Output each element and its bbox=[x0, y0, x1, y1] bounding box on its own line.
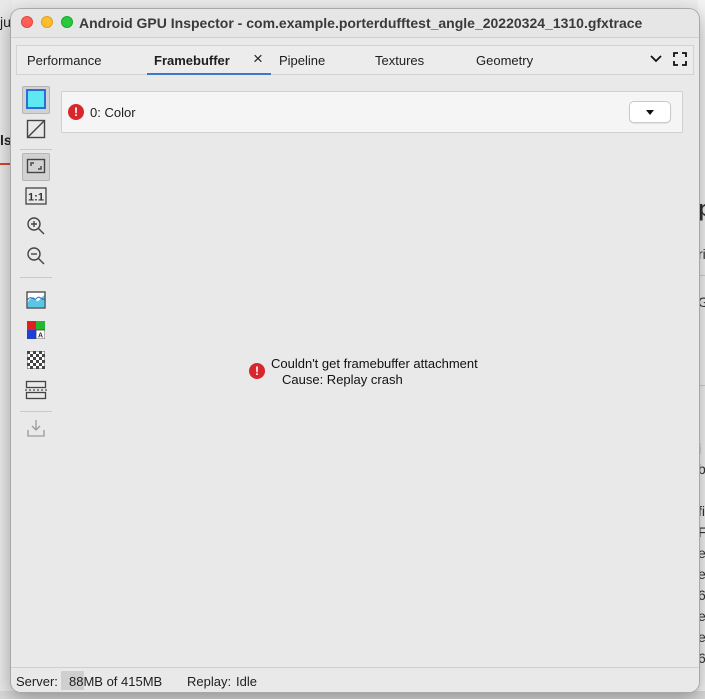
error-icon: ! bbox=[68, 104, 84, 120]
zoom-out-button[interactable] bbox=[22, 243, 50, 271]
window-close-button[interactable] bbox=[21, 16, 33, 28]
tab-performance[interactable]: Performance bbox=[27, 53, 101, 68]
toolbar-divider bbox=[20, 411, 52, 412]
window-minimize-button[interactable] bbox=[41, 16, 53, 28]
checkerboard-button[interactable] bbox=[22, 347, 50, 375]
server-label: Server: bbox=[16, 674, 58, 689]
caret-down-icon bbox=[646, 110, 654, 115]
zoom-out-icon bbox=[26, 246, 46, 269]
background-text: ri bbox=[698, 246, 705, 262]
background-text: 6 bbox=[698, 587, 705, 603]
wireframe-button[interactable] bbox=[22, 116, 50, 144]
tab-bar: Performance Framebuffer × Pipeline Textu… bbox=[16, 45, 694, 75]
title-bar[interactable]: Android GPU Inspector - com.example.port… bbox=[11, 9, 699, 38]
main-window: Android GPU Inspector - com.example.port… bbox=[11, 9, 699, 692]
framebuffer-toolbar: 1:1 A bbox=[20, 83, 54, 443]
original-size-button[interactable]: 1:1 bbox=[22, 183, 50, 211]
window-zoom-button[interactable] bbox=[61, 16, 73, 28]
error-icon: ! bbox=[249, 363, 265, 379]
replay-status: Idle bbox=[236, 674, 257, 689]
original-size-label: 1:1 bbox=[28, 191, 44, 203]
color-channels-icon: A bbox=[27, 320, 46, 342]
tab-geometry[interactable]: Geometry bbox=[476, 53, 533, 68]
server-memory-value: 88MB of 415MB bbox=[69, 674, 163, 689]
background-text: F bbox=[698, 524, 705, 540]
flip-vertical-icon bbox=[25, 380, 47, 403]
tab-framebuffer[interactable]: Framebuffer bbox=[154, 53, 230, 68]
download-icon bbox=[26, 418, 46, 441]
background-text: e bbox=[698, 608, 705, 624]
wireframe-icon bbox=[26, 119, 46, 142]
background-text: b bbox=[698, 461, 705, 477]
zoom-in-icon bbox=[26, 216, 46, 239]
error-title: Couldn't get framebuffer attachment bbox=[271, 356, 478, 371]
background-text: ls bbox=[0, 132, 12, 148]
replay-label: Replay: bbox=[187, 674, 232, 689]
background-right-pane: p ri G i b fi F e e 6 e e 6 bbox=[698, 0, 705, 699]
tab-close-icon[interactable]: × bbox=[253, 50, 263, 68]
background-text: p bbox=[698, 196, 705, 221]
color-channels-button[interactable]: A bbox=[22, 317, 50, 345]
fit-to-window-button[interactable] bbox=[22, 153, 50, 181]
original-size-icon: 1:1 bbox=[25, 186, 47, 208]
histogram-icon bbox=[26, 290, 46, 312]
background-text: 6 bbox=[698, 650, 705, 666]
tab-pipeline[interactable]: Pipeline bbox=[279, 53, 325, 68]
error-cause: Cause: Replay crash bbox=[282, 372, 403, 387]
status-bar: Server: 88MB of 415MB Replay: Idle bbox=[11, 667, 699, 692]
background-text: G bbox=[698, 294, 705, 310]
background-text: e bbox=[698, 545, 705, 561]
tab-textures[interactable]: Textures bbox=[375, 53, 424, 68]
window-title: Android GPU Inspector - com.example.port… bbox=[79, 15, 643, 31]
background-text: e bbox=[698, 566, 705, 582]
color-attachment-button[interactable] bbox=[22, 86, 50, 114]
color-attachment-icon bbox=[26, 88, 46, 112]
background-text: ju bbox=[0, 14, 11, 30]
toolbar-divider bbox=[20, 277, 52, 278]
chevron-down-icon[interactable] bbox=[649, 52, 663, 69]
background-divider bbox=[698, 385, 705, 386]
checkerboard-icon bbox=[26, 350, 46, 372]
toolbar-divider bbox=[20, 149, 52, 150]
alpha-channel-label: A bbox=[38, 332, 43, 339]
active-tab-indicator bbox=[147, 73, 271, 75]
zoom-in-button[interactable] bbox=[22, 213, 50, 241]
fit-to-window-icon bbox=[26, 156, 46, 179]
background-text: fi bbox=[698, 503, 705, 519]
expand-icon[interactable] bbox=[673, 52, 687, 69]
histogram-button[interactable] bbox=[22, 287, 50, 315]
background-text: e bbox=[698, 629, 705, 645]
attachment-dropdown[interactable] bbox=[629, 101, 671, 123]
download-button[interactable] bbox=[22, 415, 50, 443]
flip-vertical-button[interactable] bbox=[22, 377, 50, 405]
attachment-label: 0: Color bbox=[90, 105, 136, 120]
attachment-selector-bar: ! 0: Color bbox=[61, 91, 683, 133]
background-divider bbox=[698, 275, 705, 276]
background-bottom-strip bbox=[0, 691, 705, 699]
